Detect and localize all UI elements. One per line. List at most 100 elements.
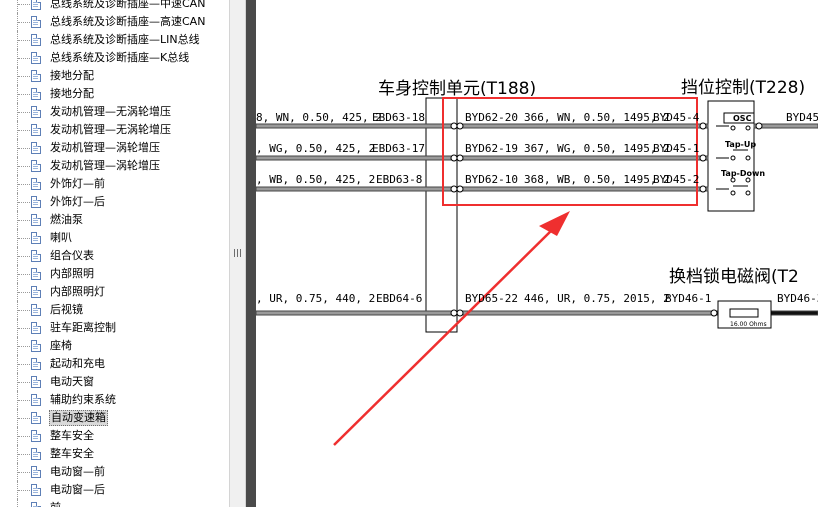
wire-1-right-connector: BYD45-4 [653, 111, 700, 124]
switch-osc-label: OSC [733, 114, 752, 123]
document-icon [31, 250, 41, 262]
tree-guide-line [18, 472, 30, 473]
tree-item-label: 总线系统及诊断插座—中速CAN [50, 0, 206, 10]
tree-item[interactable]: 发动机管理—涡轮增压 [0, 157, 229, 175]
tree-item-label: 总线系统及诊断插座—K总线 [50, 51, 190, 64]
tree-item[interactable]: 发动机管理—无涡轮增压 [0, 121, 229, 139]
tree-item-label: 起动和充电 [50, 357, 105, 370]
annotation-arrow-line [333, 225, 557, 446]
tree-item-label: 座椅 [50, 339, 72, 352]
switch-tap-down-label: Tap-Down [721, 169, 766, 178]
document-icon [31, 160, 41, 172]
tree-item[interactable]: 总线系统及诊断插座—LIN总线 [0, 31, 229, 49]
tree-item-label: 内部照明灯 [50, 285, 105, 298]
tree-guide-line [18, 346, 30, 347]
resistor-label: 16.00 Ohms [730, 321, 767, 328]
tree-item[interactable]: 起动和充电 [0, 355, 229, 373]
tree-item[interactable]: 外饰灯—前 [0, 175, 229, 193]
wire-2-right-connector: BYD45-1 [653, 142, 700, 155]
tree-item-label: 辅助约束系统 [50, 393, 116, 406]
tree-item[interactable]: 自动变速箱 [0, 409, 229, 427]
tree-item[interactable]: 发动机管理—无涡轮增压 [0, 103, 229, 121]
wire-2-mid-connector: BYD62-19 [465, 142, 518, 155]
tree-item[interactable]: 驻车距离控制 [0, 319, 229, 337]
document-icon [31, 196, 41, 208]
gear-control-title: 挡位控制(T228) [681, 78, 806, 98]
tree-item[interactable]: 总线系统及诊断插座—中速CAN [0, 0, 229, 13]
document-icon [31, 358, 41, 370]
tree-guide-line [18, 310, 30, 311]
tree-item-label: 接地分配 [50, 87, 94, 100]
tree-guide-line [18, 454, 30, 455]
splitter-grip-icon[interactable] [234, 249, 241, 257]
tree-item[interactable]: 接地分配 [0, 67, 229, 85]
tree-item-label: 前... [50, 499, 72, 507]
tree-item-label: 后视镜 [50, 303, 83, 316]
tree-guide-line [18, 238, 30, 239]
tree-guide-line [18, 328, 30, 329]
document-icon [31, 178, 41, 190]
right-edge-connector-top: BYD45- [786, 111, 818, 124]
tree-item[interactable]: 前... [0, 499, 229, 507]
tree-item[interactable]: 接地分配 [0, 85, 229, 103]
panel-splitter[interactable] [229, 0, 246, 507]
tree-guide-line [18, 112, 30, 113]
document-icon [31, 376, 41, 388]
tree-item-label: 自动变速箱 [49, 410, 108, 426]
tree-guide-line [18, 292, 30, 293]
document-icon [31, 430, 41, 442]
tree-item-label: 电动窗—后 [50, 483, 105, 496]
switch-tap-up-label: Tap-Up [725, 140, 757, 149]
tree-item-label: 驻车距离控制 [50, 321, 116, 334]
tree-item-label: 外饰灯—后 [50, 195, 105, 208]
wire-1-left-label: 8, WN, 0.50, 425, 2 [256, 111, 382, 124]
document-icon [31, 214, 41, 226]
tree-item[interactable]: 辅助约束系统 [0, 391, 229, 409]
tree-guide-line [18, 490, 30, 491]
tree-item[interactable]: 内部照明灯 [0, 283, 229, 301]
document-icon [31, 0, 41, 10]
tree-item[interactable]: 电动窗—后 [0, 481, 229, 499]
body-control-title: 车身控制单元(T188) [378, 79, 537, 99]
wire-3-mid-connector: BYD62-10 [465, 173, 518, 186]
document-icon [31, 340, 41, 352]
tree-item[interactable]: 后视镜 [0, 301, 229, 319]
tree-guide-line [18, 130, 30, 131]
tree-item-label: 电动天窗 [50, 375, 94, 388]
document-icon [31, 142, 41, 154]
wiring-diagram-view[interactable]: 车身控制单元(T188) 挡位控制(T228) 换档锁电磁阀(T2 8, WN,… [256, 0, 818, 507]
tree-item[interactable]: 电动窗—前 [0, 463, 229, 481]
wire-4-mid-connector: BYD65-22 [465, 292, 518, 305]
tree-item[interactable]: 喇叭 [0, 229, 229, 247]
tree-item-label: 发动机管理—无涡轮增压 [50, 123, 171, 136]
tree-item[interactable]: 外饰灯—后 [0, 193, 229, 211]
tree-item[interactable]: 组合仪表 [0, 247, 229, 265]
tree-item-label: 组合仪表 [50, 249, 94, 262]
document-icon [31, 106, 41, 118]
wire-1-left-connector: EBD63-18 [372, 111, 425, 124]
document-icon [31, 34, 41, 46]
tree-item[interactable]: 整车安全 [0, 445, 229, 463]
tree-item[interactable]: 发动机管理—涡轮增压 [0, 139, 229, 157]
tree-item[interactable]: 整车安全 [0, 427, 229, 445]
shift-lock-title: 换档锁电磁阀(T2 [669, 267, 799, 287]
wire-1-mid-connector: BYD62-20 [465, 111, 518, 124]
wire-4-mid-label: 446, UR, 0.75, 2015, 2 [524, 292, 670, 305]
tree-item[interactable]: 座椅 [0, 337, 229, 355]
tree-guide-line [18, 40, 30, 41]
tree-item[interactable]: 内部照明 [0, 265, 229, 283]
document-icon [31, 286, 41, 298]
tree-item-label: 外饰灯—前 [50, 177, 105, 190]
right-edge-connector-bottom: BYD46-3 [777, 292, 818, 305]
tree-item-label: 总线系统及诊断插座—高速CAN [50, 15, 206, 28]
tree-item[interactable]: 总线系统及诊断插座—K总线 [0, 49, 229, 67]
document-icon [31, 502, 41, 507]
tree-item[interactable]: 总线系统及诊断插座—高速CAN [0, 13, 229, 31]
tree-item-label: 整车安全 [50, 429, 94, 442]
tree-item[interactable]: 电动天窗 [0, 373, 229, 391]
tree-guide-line [18, 22, 30, 23]
document-icon [31, 88, 41, 100]
tree-item[interactable]: 燃油泵 [0, 211, 229, 229]
tree-guide-line [18, 76, 30, 77]
document-icon [31, 304, 41, 316]
